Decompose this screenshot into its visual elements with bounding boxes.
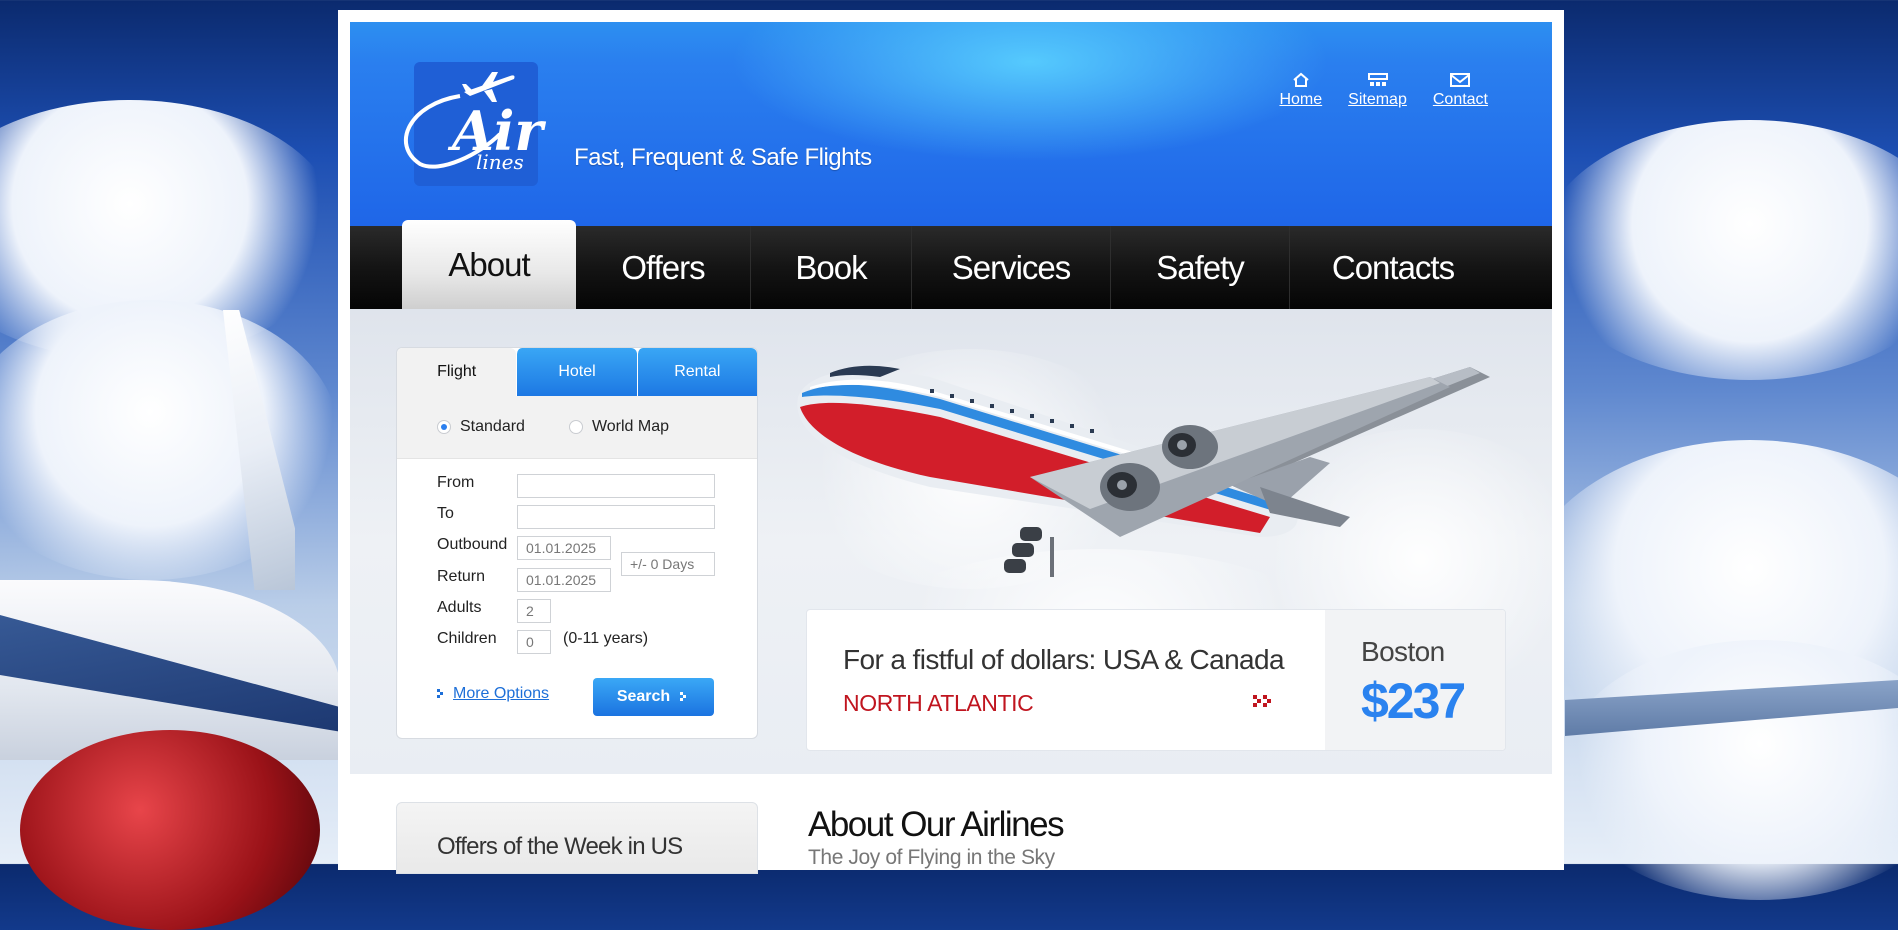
bullet-arrow-icon xyxy=(437,689,443,698)
radio-standard[interactable]: Standard xyxy=(437,418,525,436)
tab-flight[interactable]: Flight xyxy=(397,348,517,396)
to-label: To xyxy=(437,505,454,522)
hero-section: Flight Hotel Rental Standard World Map F… xyxy=(350,309,1552,774)
to-field[interactable] xyxy=(517,505,715,529)
offer-info: For a fistful of dollars: USA & Canada N… xyxy=(807,610,1325,750)
nav-item-services[interactable]: Services xyxy=(912,226,1111,309)
offers-of-week-title: Offers of the Week in US xyxy=(437,833,683,860)
return-label: Return xyxy=(437,568,486,585)
nav-item-book[interactable]: Book xyxy=(751,226,912,309)
more-options-label: More Options xyxy=(453,685,550,702)
sitemap-link[interactable]: Sitemap xyxy=(1348,72,1407,109)
contact-link[interactable]: Contact xyxy=(1433,72,1488,109)
search-tabs: Flight Hotel Rental xyxy=(397,348,757,396)
children-field[interactable] xyxy=(517,630,551,654)
sitemap-icon xyxy=(1367,73,1388,86)
site-logo[interactable]: Air lines xyxy=(403,62,543,186)
offer-title: For a fistful of dollars: USA & Canada xyxy=(843,644,1285,675)
logo-subtext: lines xyxy=(476,150,524,174)
search-mode: Standard World Map xyxy=(397,396,757,459)
main-nav: About Offers Book Services Safety Contac… xyxy=(350,220,1552,309)
nav-item-about[interactable]: About xyxy=(402,220,576,309)
search-button-label: Search xyxy=(616,688,671,705)
about-subtitle: The Joy of Flying in the Sky xyxy=(808,846,1055,869)
envelope-icon xyxy=(1450,73,1471,87)
nav-item-safety[interactable]: Safety xyxy=(1111,226,1290,309)
radio-standard-indicator xyxy=(437,420,451,434)
offer-region: NORTH ATLANTIC xyxy=(843,690,1034,716)
radio-standard-label: Standard xyxy=(460,418,525,435)
page-frame: Air lines Fast, Frequent & Safe Flights … xyxy=(338,10,1564,870)
nav-item-contacts[interactable]: Contacts xyxy=(1290,226,1496,309)
flex-days-field[interactable] xyxy=(621,552,715,576)
tab-rental[interactable]: Rental xyxy=(636,348,757,396)
offer-banner[interactable]: For a fistful of dollars: USA & Canada N… xyxy=(806,609,1506,751)
outbound-label: Outbound xyxy=(437,536,508,553)
more-options-link[interactable]: More Options xyxy=(437,685,549,703)
offer-price-panel: Boston $237 xyxy=(1325,610,1505,750)
children-label: Children xyxy=(437,630,497,647)
about-title: About Our Airlines xyxy=(808,805,1065,844)
sitemap-link-label: Sitemap xyxy=(1348,91,1407,108)
outbound-date-field[interactable] xyxy=(517,536,611,560)
contact-link-label: Contact xyxy=(1432,91,1488,108)
children-age-note: (0-11 years) xyxy=(563,630,649,647)
from-label: From xyxy=(437,474,475,491)
search-button[interactable]: Search xyxy=(593,678,714,716)
double-arrow-icon[interactable] xyxy=(1253,694,1275,708)
from-field[interactable] xyxy=(517,474,715,498)
top-links: Home Sitemap Contact xyxy=(1279,72,1488,109)
arrow-right-icon xyxy=(680,692,687,701)
offer-price: $237 xyxy=(1361,673,1466,729)
home-icon xyxy=(1293,72,1309,87)
offer-city: Boston xyxy=(1361,636,1445,667)
adults-label: Adults xyxy=(437,599,482,616)
site-tagline: Fast, Frequent & Safe Flights xyxy=(574,144,872,171)
site-header: Air lines Fast, Frequent & Safe Flights … xyxy=(350,22,1552,226)
flight-search-widget: Flight Hotel Rental Standard World Map F… xyxy=(396,347,758,739)
home-link-label: Home xyxy=(1279,91,1323,108)
offers-of-week-box: Offers of the Week in US xyxy=(396,802,758,874)
tab-hotel[interactable]: Hotel xyxy=(516,348,637,396)
home-link[interactable]: Home xyxy=(1279,72,1322,109)
nav-item-offers[interactable]: Offers xyxy=(576,226,751,309)
radio-world-map-label: World Map xyxy=(591,418,669,435)
airplane-illustration xyxy=(797,365,1490,577)
radio-world-map-indicator xyxy=(568,420,583,434)
background-plane-engine xyxy=(20,730,320,930)
radio-world-map[interactable]: World Map xyxy=(568,418,669,436)
adults-field[interactable] xyxy=(517,599,551,623)
return-date-field[interactable] xyxy=(517,568,611,592)
